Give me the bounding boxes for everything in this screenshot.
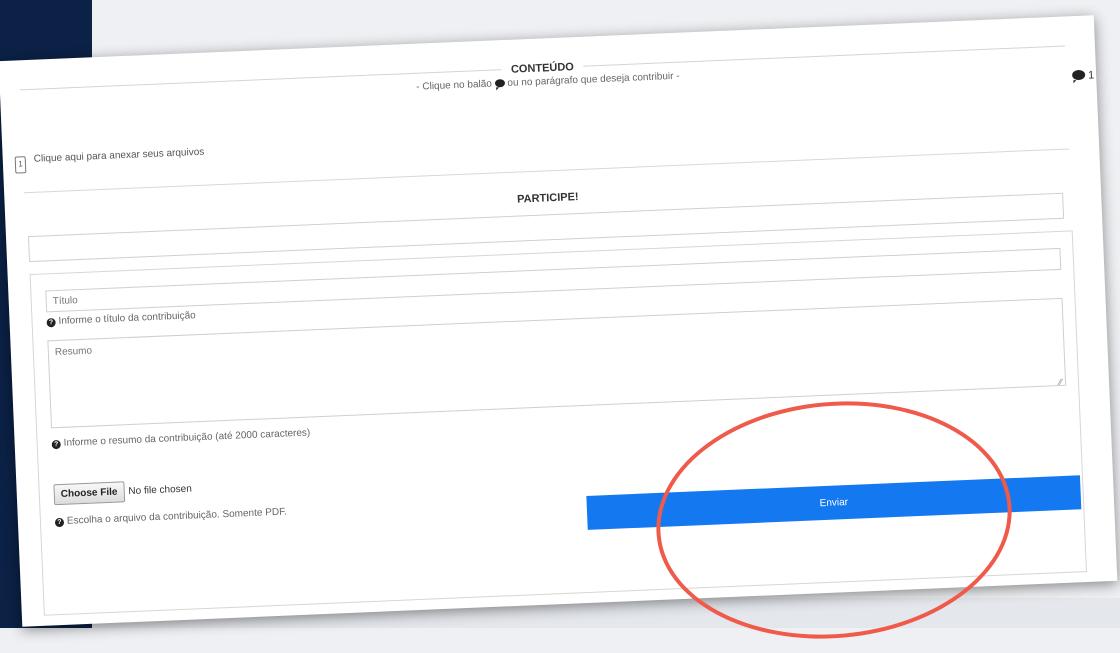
choose-file-button[interactable]: Choose File: [53, 481, 125, 506]
title-help-text: ? Informe o título da contribuição: [46, 310, 196, 328]
summary-help-text: ? Informe o resumo da contribuição (até 2…: [51, 427, 310, 450]
file-help-text: ? Escolha o arquivo da contribuição. Some…: [54, 507, 287, 528]
attach-files-link[interactable]: 1 Clique aqui para anexar seus arquivos: [14, 147, 205, 174]
resize-grip-icon[interactable]: ⁄⁄: [1059, 377, 1062, 387]
comment-bubble-icon[interactable]: [494, 79, 505, 88]
content-heading: CONTEÚDO: [500, 60, 585, 77]
question-circle-icon: ?: [46, 318, 56, 328]
comment-counter[interactable]: 1: [1071, 69, 1094, 82]
file-picker: Choose File No file chosen: [53, 478, 193, 506]
comment-bubble-icon: [1071, 69, 1086, 81]
question-circle-icon: ?: [54, 517, 65, 528]
summary-textarea[interactable]: [47, 297, 1067, 429]
title-input[interactable]: [45, 247, 1062, 313]
file-status: No file chosen: [128, 483, 193, 498]
participe-heading: PARTICIPE!: [506, 190, 589, 207]
question-circle-icon: ?: [51, 439, 61, 450]
attachment-icon: 1: [14, 156, 27, 174]
